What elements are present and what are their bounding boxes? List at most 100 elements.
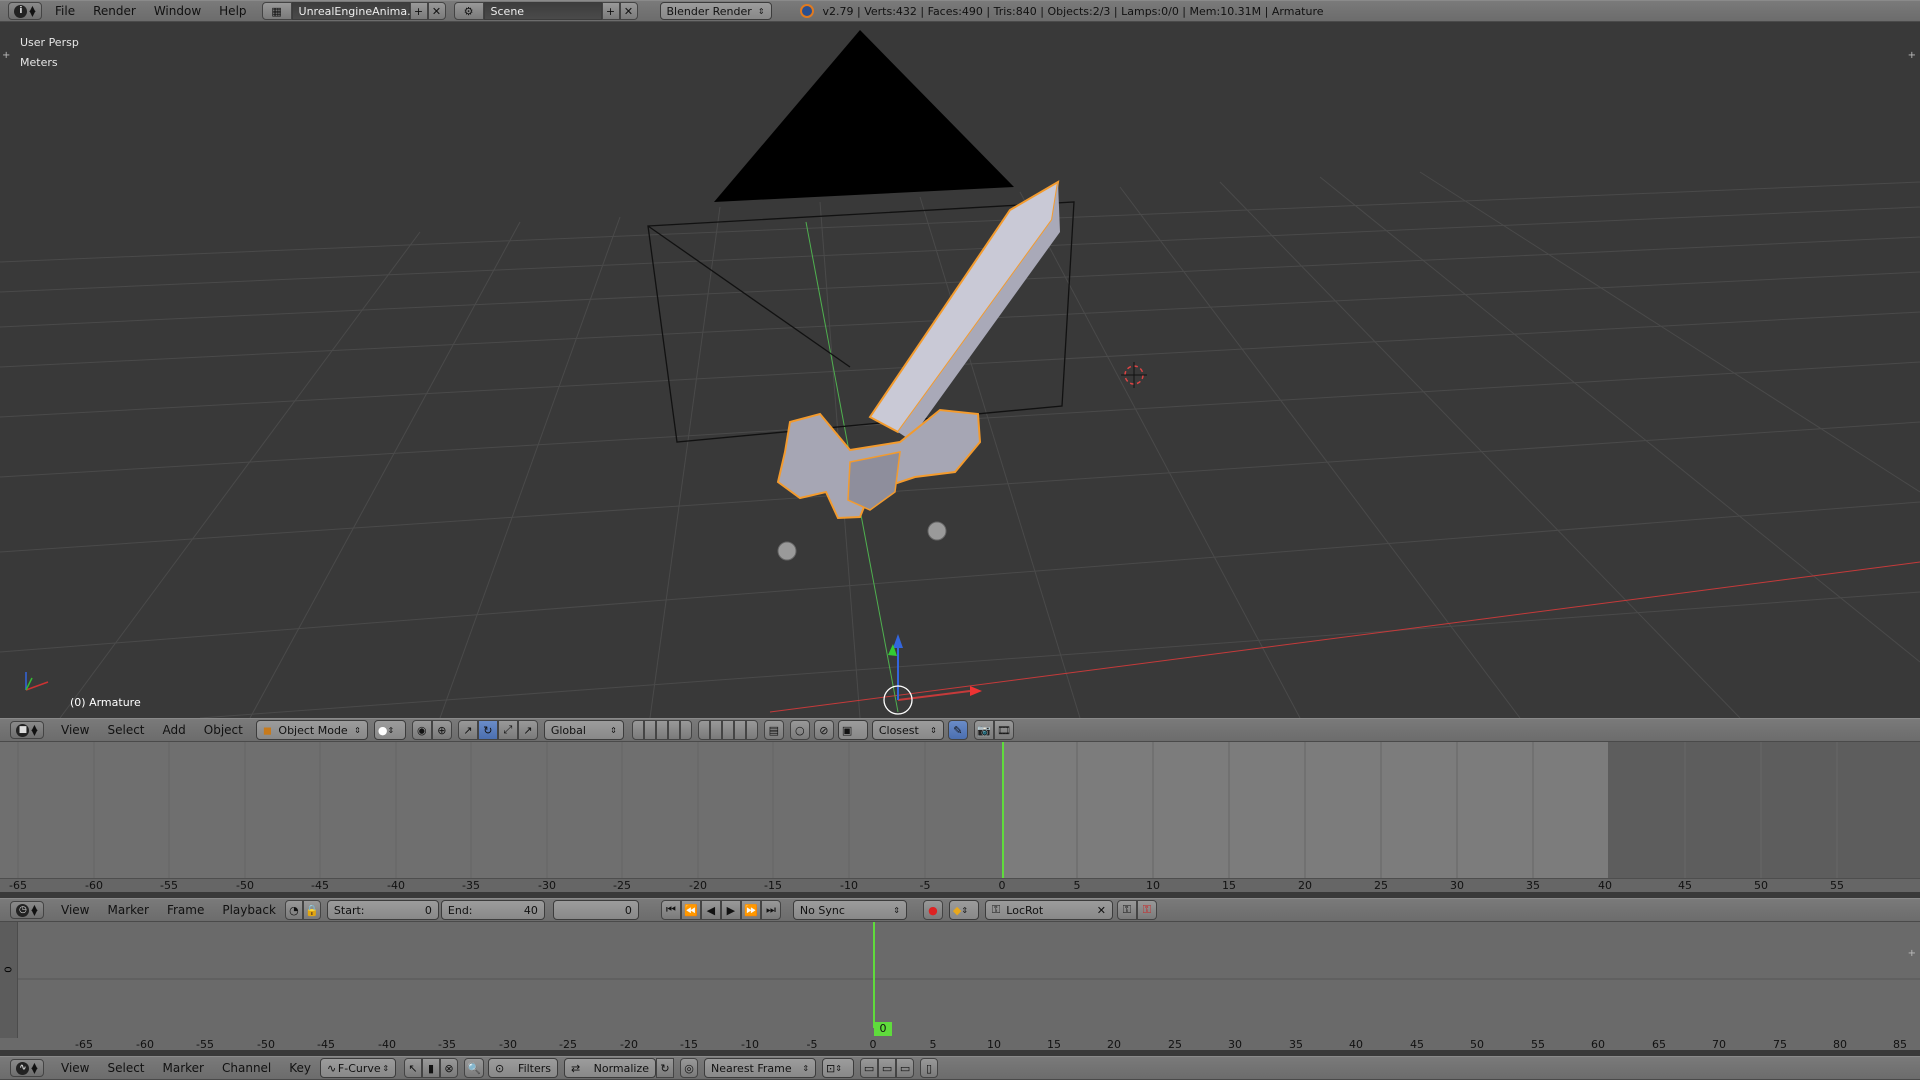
graph-menu-key[interactable]: Key	[280, 1061, 320, 1075]
ghost-curves-icon[interactable]: ▯	[920, 1058, 939, 1078]
scene-field[interactable]: Scene	[483, 2, 602, 20]
layer-12-icon[interactable]	[709, 720, 722, 740]
layer-lock-icon[interactable]: ▤	[763, 720, 784, 740]
layer-3-icon[interactable]	[655, 720, 668, 740]
menu-help[interactable]: Help	[210, 4, 255, 18]
normalize-refresh-icon[interactable]: ↻	[656, 1058, 675, 1078]
sync-mode-select[interactable]: No Sync ⇕	[792, 900, 907, 920]
editor-type-timeline-button[interactable]: ◷ ▲ ▼	[10, 901, 44, 919]
pivot-select[interactable]: ⊡ ⇕	[822, 1058, 855, 1078]
graph-menu-select[interactable]: Select	[98, 1061, 153, 1075]
auto-snap-select[interactable]: Nearest Frame ⇕	[704, 1058, 817, 1078]
show-hidden-icon[interactable]: ▮	[422, 1058, 441, 1078]
start-frame-field[interactable]: Start: 0	[326, 900, 439, 920]
layer-1-icon[interactable]	[631, 720, 644, 740]
only-errors-icon[interactable]: ⊗	[440, 1058, 459, 1078]
3d-viewport[interactable]: User Persp Meters (0) Armature + +	[0, 22, 1920, 718]
render-engine-select[interactable]: Blender Render ⇕	[659, 2, 772, 20]
play-icon[interactable]: ▶	[720, 900, 741, 920]
use-preview-range-icon[interactable]: ◔	[284, 900, 303, 920]
arrow-manipulator-icon[interactable]: ↗	[517, 720, 538, 740]
play-reverse-icon[interactable]: ◀	[700, 900, 721, 920]
jump-next-keyframe-icon[interactable]: ⏩	[740, 900, 761, 920]
remove-scene-icon[interactable]: ✕	[619, 2, 638, 20]
layer-14-icon[interactable]	[733, 720, 746, 740]
jump-end-icon[interactable]: ⏭	[760, 900, 781, 920]
editor-type-3dview-button[interactable]: ■ ▲ ▼	[10, 721, 44, 739]
editor-type-graph-button[interactable]: ∿ ▲ ▼	[10, 1059, 44, 1077]
graph-menu-channel[interactable]: Channel	[213, 1061, 280, 1075]
shading-select[interactable]: ● ⇕	[373, 720, 406, 740]
scene-icon[interactable]: ⚙	[453, 2, 484, 20]
graph-menu-marker[interactable]: Marker	[154, 1061, 213, 1075]
delete-keyframe-icon[interactable]: ⚿	[1136, 900, 1157, 920]
auto-keying-record-icon[interactable]: ●	[922, 900, 943, 920]
search-icon[interactable]: 🔍	[464, 1058, 485, 1078]
menu-file[interactable]: File	[46, 4, 84, 18]
layer-2-icon[interactable]	[643, 720, 656, 740]
opengl-render-icon[interactable]: 📷	[973, 720, 994, 740]
opengl-animation-icon[interactable]: 🎞	[993, 720, 1014, 740]
layer-5-icon[interactable]	[679, 720, 692, 740]
clear-keying-set-icon[interactable]: ✕	[1097, 904, 1106, 917]
snap-target-select[interactable]: Closest ⇕	[871, 720, 944, 740]
editor-type-info-button[interactable]: i ▲ ▼	[8, 2, 42, 20]
proportional-edit-icon[interactable]: ○	[789, 720, 810, 740]
transform-manipulator[interactable]	[883, 634, 982, 715]
jump-prev-keyframe-icon[interactable]: ⏪	[680, 900, 701, 920]
screen-layout-icon[interactable]: ▦	[261, 2, 292, 20]
end-frame-field[interactable]: End: 40	[440, 900, 545, 920]
scale-manipulator-icon[interactable]: ⤢	[497, 720, 518, 740]
translate-manipulator-icon[interactable]: ↗	[457, 720, 478, 740]
snap-toggle-icon[interactable]: ⊘	[813, 720, 834, 740]
layer-11-icon[interactable]	[697, 720, 710, 740]
properties-toggle-icon[interactable]: +	[1908, 50, 1916, 61]
orientation-select[interactable]: Global ⇕	[543, 720, 624, 740]
lock-range-icon[interactable]: 🔒	[302, 900, 321, 920]
timeline-menu-frame[interactable]: Frame	[158, 903, 213, 917]
add-screen-icon[interactable]: +	[409, 2, 428, 20]
graph-mode-select[interactable]: ∿ F-Curve ⇕	[320, 1058, 397, 1078]
timeline-menu-marker[interactable]: Marker	[98, 903, 157, 917]
insert-keyframe-icon[interactable]: ⚿	[1116, 900, 1137, 920]
screen-layout-field[interactable]: UnrealEngineAnima...	[291, 2, 418, 20]
jump-start-icon[interactable]: ⏮	[660, 900, 681, 920]
menu-window[interactable]: Window	[145, 4, 210, 18]
cursor-icon[interactable]: ◎	[680, 1058, 699, 1078]
rotate-manipulator-icon[interactable]: ↻	[477, 720, 498, 740]
manipulator-toggle-icon[interactable]: ⊕	[431, 720, 452, 740]
copy-keyframes-icon[interactable]: ▭	[860, 1058, 879, 1078]
snap-element-select[interactable]: ▣	[837, 720, 868, 740]
layer-15-icon[interactable]	[745, 720, 758, 740]
remove-screen-icon[interactable]: ✕	[427, 2, 446, 20]
menu-render[interactable]: Render	[84, 4, 145, 18]
graph-menu-view[interactable]: View	[52, 1061, 98, 1075]
pivot-point-icon[interactable]: ◉	[411, 720, 432, 740]
view3d-menu-add[interactable]: Add	[154, 723, 195, 737]
view3d-menu-select[interactable]: Select	[98, 723, 153, 737]
view3d-menu-object[interactable]: Object	[195, 723, 252, 737]
timeline-menu-view[interactable]: View	[52, 903, 98, 917]
timeline-ruler-bar[interactable]: -65 -60 -55 -50 -45 -40 -35 -30 -25 -20 …	[0, 878, 1920, 892]
toolshelf-toggle-icon[interactable]: +	[2, 50, 10, 61]
graph-properties-toggle-icon[interactable]: +	[1908, 948, 1916, 959]
filters-button[interactable]: ⊙ Filters	[488, 1058, 559, 1078]
add-scene-icon[interactable]: +	[601, 2, 620, 20]
keying-set-field[interactable]: ⚿ LocRot ✕	[984, 900, 1113, 920]
paste-keyframes-icon[interactable]: ▭	[878, 1058, 897, 1078]
view3d-menu-view[interactable]: View	[52, 723, 98, 737]
align-rotation-icon[interactable]: ✎	[947, 720, 968, 740]
graph-ruler[interactable]: -65 -60 -55 -50 -45 -40 -35 -30 -25 -20 …	[0, 1038, 1920, 1051]
paste-flipped-icon[interactable]: ▭	[896, 1058, 915, 1078]
graph-editor-area[interactable]: 0 0 +	[0, 922, 1920, 1038]
timeline-area[interactable]	[0, 742, 1920, 878]
normalize-toggle[interactable]: ⇄ Normalize	[564, 1058, 657, 1078]
layer-13-icon[interactable]	[721, 720, 734, 740]
layer-4-icon[interactable]	[667, 720, 680, 740]
timeline-menu-playback[interactable]: Playback	[213, 903, 285, 917]
mode-select[interactable]: ◼ Object Mode ⇕	[255, 720, 368, 740]
current-frame-field[interactable]: 0	[552, 900, 639, 920]
only-selected-icon[interactable]: ↖	[404, 1058, 423, 1078]
keying-type-select[interactable]: ◆ ⇕	[948, 900, 979, 920]
3d-cursor-icon[interactable]	[1121, 362, 1147, 388]
